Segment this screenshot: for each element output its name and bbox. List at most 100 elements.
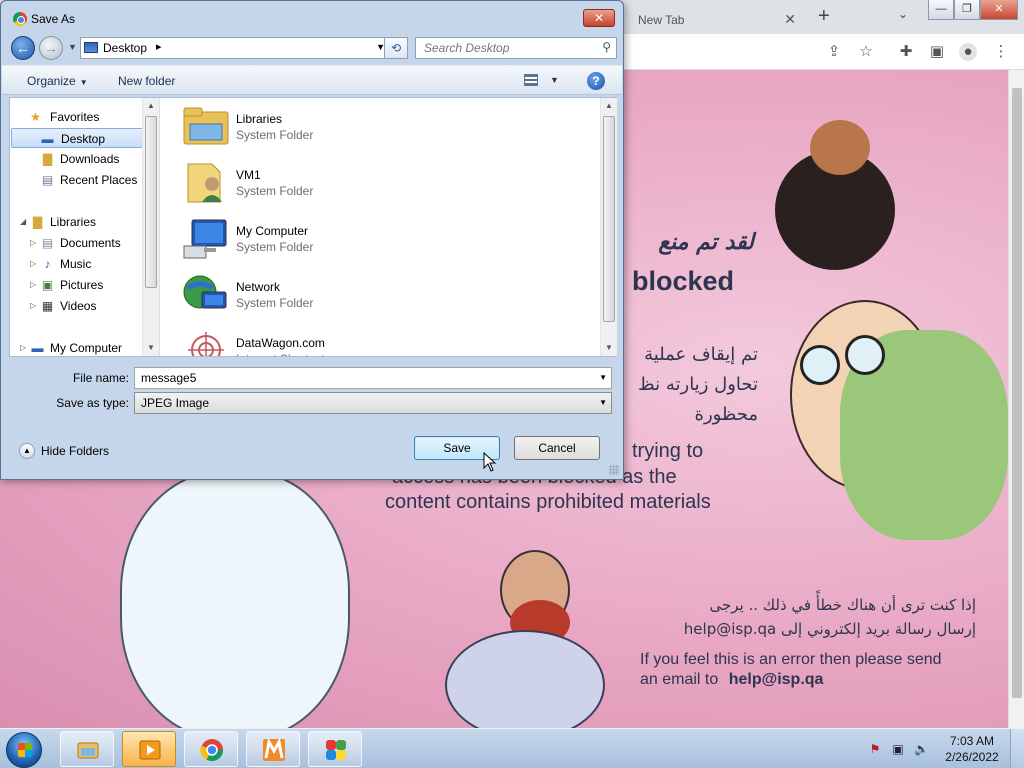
expand-arrow-icon[interactable]: ▷ [30, 254, 36, 274]
nav-item-pictures[interactable]: ▷ ▣ Pictures [16, 275, 146, 295]
file-name: DataWagon.com [236, 336, 325, 350]
nav-item-recent-places[interactable]: ▤ Recent Places [16, 170, 146, 190]
nav-item-music[interactable]: ▷ ♪ Music [16, 254, 146, 274]
network-tray-icon[interactable]: ▣ [891, 742, 905, 756]
file-name: Network [236, 280, 281, 294]
refresh-button[interactable]: ⟲ [384, 37, 408, 59]
downloads-folder-icon: ▇ [42, 152, 53, 166]
start-button[interactable] [6, 732, 42, 768]
volume-icon[interactable]: 🔈 [914, 742, 929, 756]
tab-search-icon[interactable]: ⌄ [898, 7, 908, 21]
expand-arrow-icon[interactable]: ▷ [20, 338, 26, 356]
resize-grip[interactable] [609, 465, 619, 475]
taskbar-app-explorer[interactable] [60, 731, 114, 767]
nav-item-videos[interactable]: ▷ ▦ Videos [16, 296, 146, 316]
file-item-libraries[interactable]: Libraries System Folder [182, 104, 482, 154]
windows-logo-icon [18, 743, 32, 757]
taskbar: ⚑ ▣ 🔈 7:03 AM 2/26/2022 [0, 728, 1024, 768]
arabic-error-line-2: إرسال رسالة بريد إلكتروني إلى help@isp.q… [683, 620, 976, 638]
recent-locations-dropdown[interactable]: ▼ [68, 42, 77, 52]
scroll-down-icon[interactable]: ▼ [143, 340, 159, 356]
file-type: Internet Shortcut [236, 352, 325, 356]
close-tab-icon[interactable]: ✕ [784, 11, 796, 28]
save-type-select[interactable]: JPEG Image ▼ [134, 392, 612, 414]
nav-item-libraries[interactable]: ◢ ▇ Libraries [16, 212, 146, 232]
expand-arrow-icon[interactable]: ▷ [30, 275, 36, 295]
nav-item-desktop[interactable]: ▬ Desktop [11, 128, 149, 148]
views-icon[interactable] [524, 74, 538, 86]
search-input[interactable] [416, 38, 592, 58]
search-icon[interactable]: ⚲ [602, 40, 611, 54]
action-center-flag-icon[interactable]: ⚑ [868, 742, 882, 756]
pictures-icon: ▣ [41, 278, 54, 292]
dialog-close-button[interactable]: ✕ [583, 9, 615, 27]
views-dropdown-icon[interactable]: ▼ [550, 75, 559, 85]
chevron-down-icon[interactable]: ▼ [599, 398, 607, 407]
file-item-vm1[interactable]: VM1 System Folder [182, 160, 482, 210]
minimize-button[interactable]: — [928, 0, 954, 20]
show-desktop-button[interactable] [1010, 729, 1024, 768]
email-prefix: an email to [640, 671, 719, 688]
clock-time: 7:03 AM [949, 734, 995, 748]
expand-arrow-icon[interactable]: ▷ [30, 233, 36, 253]
hide-folders-label: Hide Folders [41, 444, 110, 458]
file-item-network[interactable]: Network System Folder [182, 272, 482, 322]
page-scrollbar[interactable] [1008, 70, 1024, 728]
tab-new-tab[interactable]: New Tab ✕ [624, 4, 810, 34]
nav-item-favorites[interactable]: ★ Favorites [16, 107, 146, 127]
scroll-down-icon[interactable]: ▼ [601, 340, 617, 356]
navigation-scrollbar[interactable]: ▲ ▼ [142, 98, 159, 356]
sidepanel-icon[interactable]: ▣ [928, 43, 946, 61]
scroll-up-icon[interactable]: ▲ [601, 98, 617, 114]
dialog-titlebar[interactable]: Save As [11, 1, 591, 35]
new-tab-button[interactable]: + [818, 5, 830, 28]
taskbar-app-media-player[interactable] [122, 731, 176, 767]
navigation-scroll-thumb[interactable] [145, 116, 157, 288]
taskbar-app-m[interactable] [246, 731, 300, 767]
star-icon: ★ [30, 110, 41, 124]
chevron-down-icon[interactable]: ▼ [599, 373, 607, 382]
system-clock[interactable]: 7:03 AM 2/26/2022 [940, 733, 1004, 765]
tab-title: New Tab [638, 13, 685, 27]
help-email-link[interactable]: help@isp.qa [729, 671, 824, 688]
english-error-line-1: If you feel this is an error then please… [640, 651, 942, 668]
extensions-icon[interactable]: ✚ [897, 43, 915, 61]
english-error-line-2: an email to help@isp.qa [640, 671, 823, 689]
taskbar-app-chrome[interactable] [184, 731, 238, 767]
restore-button[interactable]: ❐ [954, 0, 980, 20]
nav-item-documents[interactable]: ▷ ▤ Documents [16, 233, 146, 253]
search-box[interactable]: ⚲ [415, 37, 617, 59]
help-icon[interactable]: ? [587, 72, 605, 90]
new-folder-button[interactable]: New folder [118, 74, 175, 88]
nav-label-pictures: Pictures [60, 278, 104, 292]
expand-arrow-icon[interactable]: ▷ [30, 296, 36, 316]
file-item-datawagon[interactable]: DataWagon.com Internet Shortcut [182, 328, 482, 356]
music-icon: ♪ [44, 257, 51, 271]
collapse-arrow-icon[interactable]: ◢ [20, 212, 26, 232]
back-button[interactable]: ← [11, 36, 35, 60]
address-bar[interactable]: Desktop ▸ ▼ [80, 37, 390, 59]
file-list-scroll-thumb[interactable] [603, 116, 615, 322]
forward-button[interactable]: → [39, 36, 63, 60]
arabic-error-line-1: إذا كنت ترى أن هناك خطأً في ذلك .. يرجى [709, 596, 976, 614]
english-paragraph-line-1: trying to [632, 440, 704, 462]
nav-item-my-computer[interactable]: ▷ ▬ My Computer [16, 338, 146, 356]
file-list-scrollbar[interactable]: ▲ ▼ [600, 98, 617, 356]
taskbar-app-colorful[interactable] [308, 731, 362, 767]
profile-icon[interactable]: ● [959, 43, 977, 61]
breadcrumb-arrow-icon[interactable]: ▸ [156, 40, 162, 53]
scroll-up-icon[interactable]: ▲ [143, 98, 159, 114]
file-item-my-computer[interactable]: My Computer System Folder [182, 216, 482, 266]
glasses-right-illustration [845, 335, 885, 375]
menu-icon[interactable]: ⋮ [992, 43, 1010, 61]
cancel-button[interactable]: Cancel [514, 436, 600, 460]
organize-button[interactable]: Organize ▼ [27, 74, 88, 88]
star-icon[interactable]: ☆ [857, 43, 875, 61]
character-face-illustration [810, 120, 870, 175]
file-name-field[interactable]: message5 ▼ [134, 367, 612, 389]
page-scroll-thumb[interactable] [1012, 88, 1022, 698]
window-close-button[interactable]: ✕ [980, 0, 1018, 20]
nav-item-downloads[interactable]: ▇ Downloads [16, 149, 146, 169]
share-icon[interactable]: ⇪ [825, 43, 843, 61]
command-bar: Organize ▼ New folder ▼ ? [2, 65, 622, 95]
